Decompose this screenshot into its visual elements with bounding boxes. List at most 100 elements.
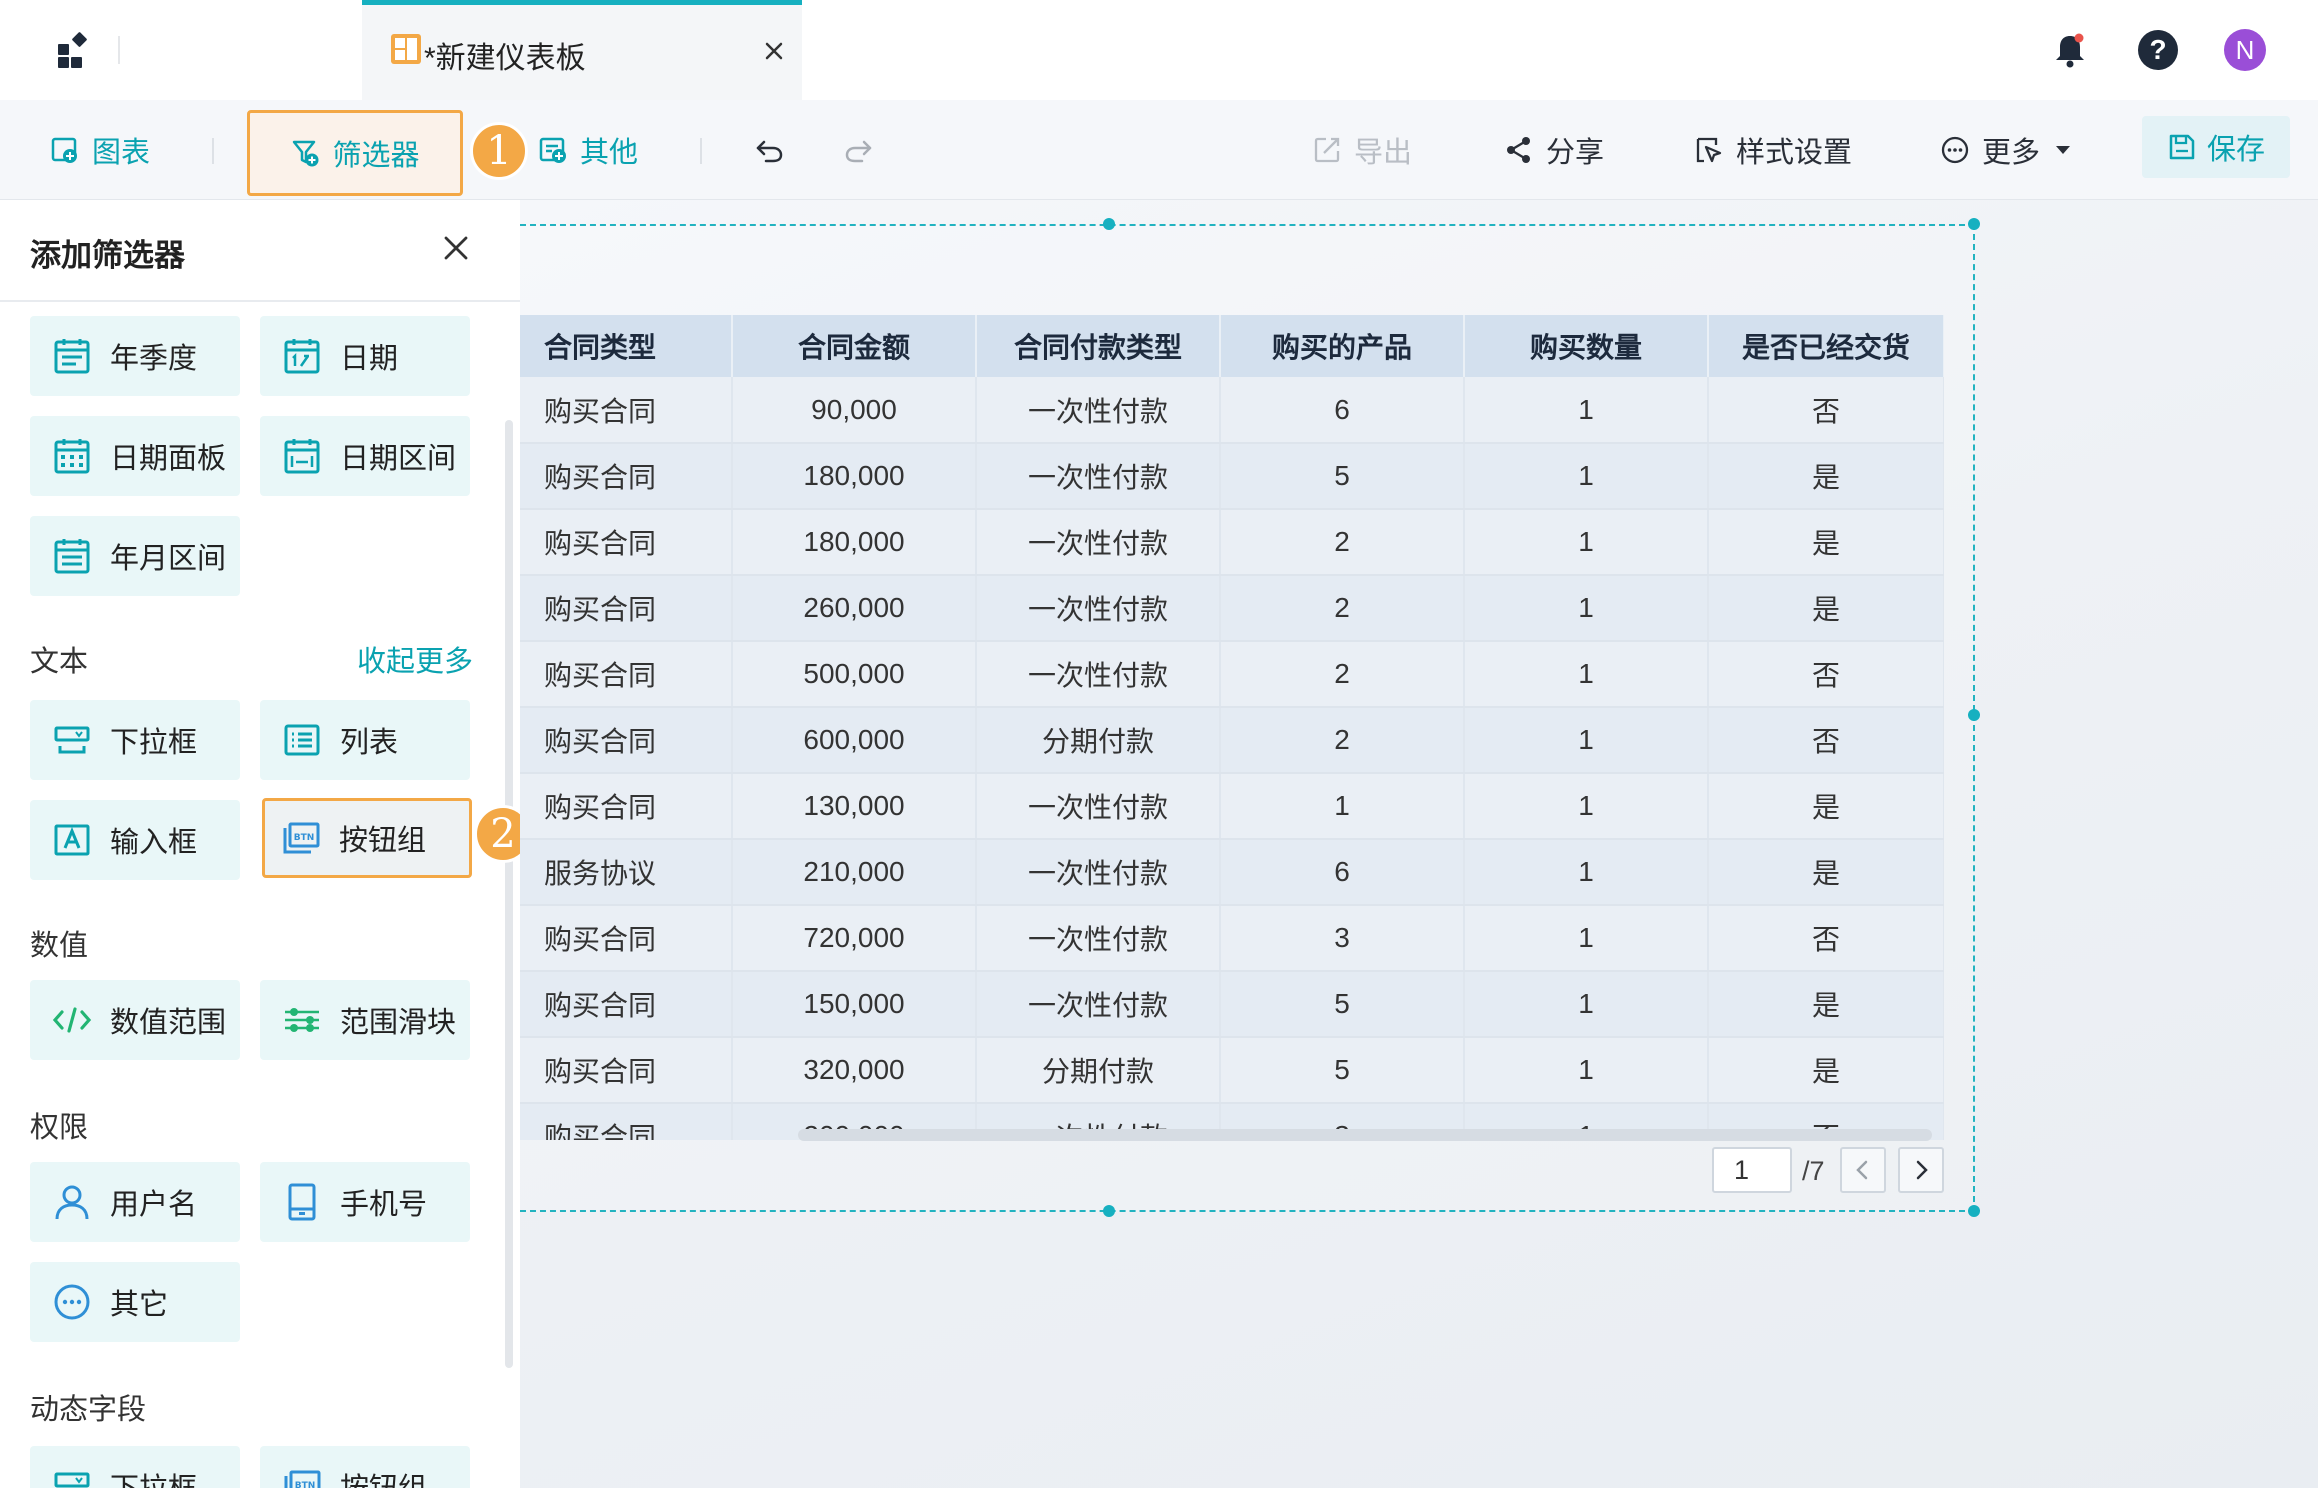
filter-label: 日期区间	[340, 443, 457, 475]
table-cell: 购买合同	[520, 575, 733, 642]
filter-username[interactable]: 用户名	[30, 1162, 240, 1242]
user-icon	[55, 1185, 89, 1220]
toolbar: 图表 筛选器 1 其他 导出 分享 样式设置 更多 保存	[0, 100, 2318, 200]
page-number-input[interactable]: 1	[1712, 1147, 1792, 1193]
redo-icon[interactable]	[842, 134, 874, 166]
undo-icon[interactable]	[754, 134, 786, 166]
style-settings-button[interactable]: 样式设置	[1694, 126, 1852, 174]
column-header[interactable]: 购买数量	[1464, 315, 1709, 377]
column-header[interactable]: 购买的产品	[1220, 315, 1465, 377]
notification-bell-icon[interactable]	[2050, 30, 2090, 70]
tab-title: *新建仪表板	[424, 42, 586, 75]
table-row[interactable]: 购买合同 150,000 一次性付款 5 1 是	[520, 971, 1944, 1038]
close-panel-icon[interactable]	[440, 232, 472, 264]
table-cell: 一次性付款	[976, 773, 1221, 840]
more-label: 更多	[1982, 137, 2041, 169]
table-cell: 否	[1708, 377, 1944, 444]
filter-other[interactable]: 其它	[30, 1262, 240, 1342]
svg-text:BTN: BTN	[294, 833, 315, 843]
table-cell: 分期付款	[976, 1037, 1221, 1104]
dashboard-icon	[391, 34, 421, 64]
table-row[interactable]: 购买合同 180,000 一次性付款 2 1 是	[520, 509, 1944, 576]
help-icon[interactable]: ?	[2138, 30, 2178, 70]
column-header[interactable]: 是否已经交货	[1708, 315, 1944, 377]
save-button[interactable]: 保存	[2142, 116, 2290, 178]
filter-dynamic-button-group[interactable]: BTN 按钮组	[260, 1446, 470, 1488]
horizontal-scrollbar[interactable]	[798, 1129, 1932, 1141]
filter-number-range[interactable]: 数值范围	[30, 980, 240, 1060]
table-cell: 6	[1220, 377, 1465, 444]
more-icon	[1941, 136, 1969, 164]
app-menu-icon[interactable]	[56, 30, 96, 70]
table-row[interactable]: 购买合同 320,000 分期付款 5 1 是	[520, 1037, 1944, 1104]
panel-scrollbar[interactable]	[505, 420, 513, 1368]
add-filter-panel: 添加筛选器 年季度 日期 日期面板 日期区间 年月区间 文本 收起更多 下拉框 …	[0, 200, 520, 1488]
table-row[interactable]: 购买合同 130,000 一次性付款 1 1 是	[520, 773, 1944, 840]
export-button[interactable]: 导出	[1312, 126, 1412, 174]
filter-list[interactable]: 列表	[260, 700, 470, 780]
add-filter-icon	[293, 140, 319, 167]
filter-button[interactable]: 筛选器	[247, 110, 463, 196]
section-dynamic-field: 动态字段	[30, 1394, 147, 1426]
table-row[interactable]: 购买合同 600,000 分期付款 2 1 否	[520, 707, 1944, 774]
filter-dynamic-dropdown[interactable]: 下拉框	[30, 1446, 240, 1488]
data-table: 合同类型 合同金额 合同付款类型 购买的产品 购买数量 是否已经交货 购买合同 9…	[520, 315, 1944, 1140]
column-header[interactable]: 合同金额	[732, 315, 977, 377]
filter-phone[interactable]: 手机号	[260, 1162, 470, 1242]
filter-date[interactable]: 日期	[260, 316, 470, 396]
table-row[interactable]: 购买合同 260,000 一次性付款 2 1 是	[520, 575, 1944, 642]
table-cell: 分期付款	[976, 707, 1221, 774]
more-button[interactable]: 更多	[1940, 126, 2072, 174]
filter-label: 范围滑块	[340, 1007, 457, 1039]
resize-handle-top[interactable]	[1103, 218, 1115, 230]
table-cell: 1	[1464, 575, 1709, 642]
table-row[interactable]: 购买合同 720,000 一次性付款 3 1 否	[520, 905, 1944, 972]
prev-page-button[interactable]	[1840, 1147, 1886, 1193]
step-1-badge: 1	[470, 122, 528, 180]
table-cell: 是	[1708, 509, 1944, 576]
table-row[interactable]: 购买合同 90,000 一次性付款 6 1 否	[520, 377, 1944, 444]
next-page-button[interactable]	[1898, 1147, 1944, 1193]
table-cell: 720,000	[732, 905, 977, 972]
column-header[interactable]: 合同类型	[520, 315, 733, 377]
table-cell: 1	[1220, 773, 1465, 840]
table-cell: 1	[1464, 707, 1709, 774]
table-row[interactable]: 服务协议 210,000 一次性付款 6 1 是	[520, 839, 1944, 906]
table-row[interactable]: 购买合同 180,000 一次性付款 5 1 是	[520, 443, 1944, 510]
table-cell: 1	[1464, 773, 1709, 840]
filter-date-panel[interactable]: 日期面板	[30, 416, 240, 496]
table-cell: 购买合同	[520, 641, 733, 708]
chart-button[interactable]: 图表	[50, 126, 150, 174]
divider	[0, 300, 520, 302]
collapse-more-link[interactable]: 收起更多	[357, 638, 473, 680]
filter-button-group[interactable]: BTN 按钮组	[262, 798, 472, 878]
filter-date-range[interactable]: 日期区间	[260, 416, 470, 496]
filter-year-quarter[interactable]: 年季度	[30, 316, 240, 396]
resize-handle-top-right[interactable]	[1968, 218, 1980, 230]
table-cell: 1	[1464, 971, 1709, 1038]
resize-handle-bottom-right[interactable]	[1968, 1205, 1980, 1217]
filter-range-slider[interactable]: 范围滑块	[260, 980, 470, 1060]
close-tab-icon[interactable]	[760, 37, 788, 65]
other-button[interactable]: 其他	[538, 126, 638, 174]
filter-label: 年月区间	[110, 543, 227, 575]
avatar[interactable]: N	[2224, 29, 2266, 71]
tab-dashboard[interactable]: *新建仪表板	[362, 0, 802, 100]
column-header[interactable]: 合同付款类型	[976, 315, 1221, 377]
table-cell: 一次性付款	[976, 575, 1221, 642]
divider	[212, 138, 214, 164]
filter-year-month-range[interactable]: 年月区间	[30, 516, 240, 596]
table-row[interactable]: 购买合同 500,000 一次性付款 2 1 否	[520, 641, 1944, 708]
filter-input-box[interactable]: 输入框	[30, 800, 240, 880]
table-cell: 1	[1464, 641, 1709, 708]
share-icon	[1507, 137, 1530, 163]
share-button[interactable]: 分享	[1504, 126, 1604, 174]
table-cell: 购买合同	[520, 905, 733, 972]
filter-label: 数值范围	[110, 1007, 227, 1039]
filter-dropdown[interactable]: 下拉框	[30, 700, 240, 780]
table-cell: 1	[1464, 839, 1709, 906]
filter-label: 列表	[340, 727, 399, 759]
resize-handle-right[interactable]	[1968, 709, 1980, 721]
resize-handle-bottom[interactable]	[1103, 1205, 1115, 1217]
filter-label: 其它	[110, 1289, 169, 1321]
